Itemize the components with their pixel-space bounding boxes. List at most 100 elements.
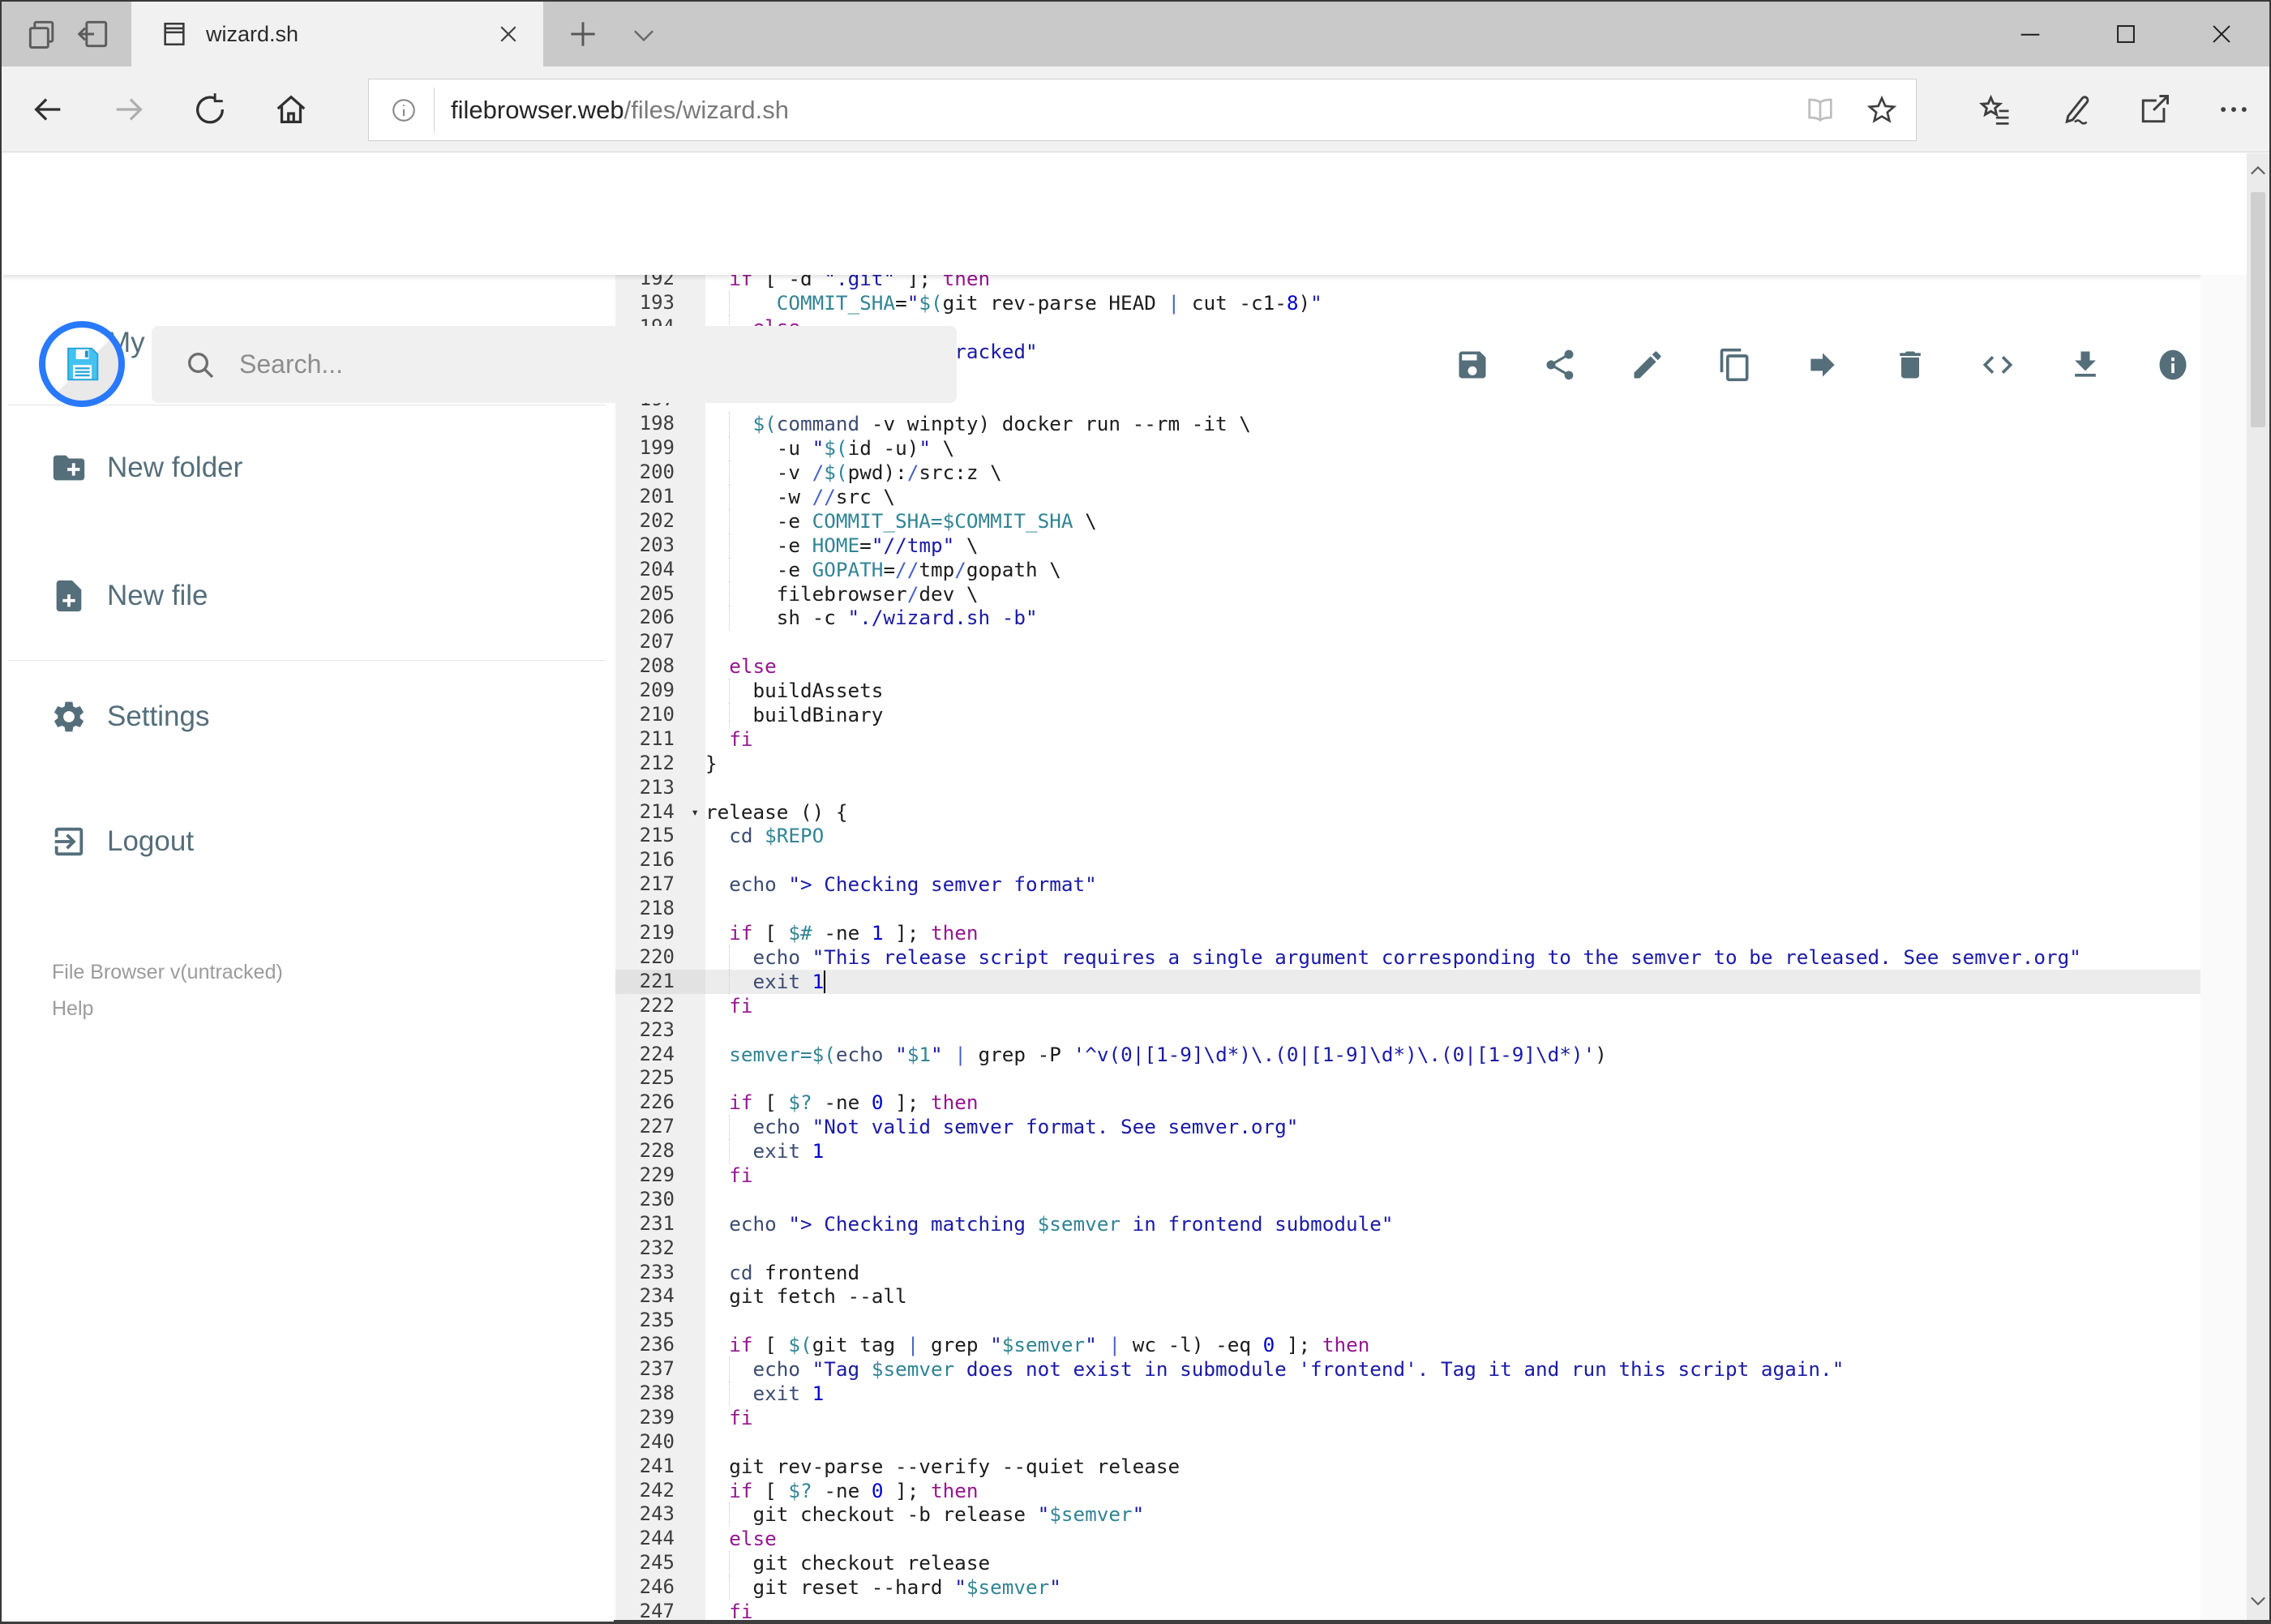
code-line[interactable]: 217 echo "> Checking semver format" <box>615 872 2269 898</box>
code-line[interactable]: 203 -e HOME="//tmp" \ <box>615 533 2269 558</box>
code-line[interactable]: 243 git checkout -b release "$semver" <box>615 1502 2269 1528</box>
code-line[interactable]: 228 exit 1 <box>615 1139 2269 1163</box>
search-input[interactable]: Search... <box>152 326 957 403</box>
download-button[interactable] <box>2067 347 2103 383</box>
move-button[interactable] <box>1805 347 1840 383</box>
refresh-icon[interactable] <box>191 91 229 128</box>
code-line[interactable]: 205 filebrowser/dev \ <box>615 581 2269 606</box>
code-line[interactable]: 235 <box>615 1309 2269 1334</box>
share-page-icon[interactable] <box>2136 92 2172 127</box>
line-number: 198 <box>615 412 705 437</box>
code-line[interactable]: 214 ▾ release () { <box>615 799 2269 825</box>
favorites-hub-icon[interactable] <box>1977 92 2013 127</box>
copy-button[interactable] <box>1717 347 1753 383</box>
code-line[interactable]: 234 git fetch --all <box>615 1284 2269 1309</box>
home-icon[interactable] <box>272 91 310 128</box>
web-note-pen-icon[interactable] <box>2057 92 2093 127</box>
minimize-button[interactable] <box>1982 2 2078 66</box>
line-number: 211 <box>615 726 705 752</box>
code-line[interactable]: 212} <box>615 751 2269 776</box>
scroll-down-icon[interactable] <box>2247 1583 2269 1618</box>
code-line[interactable]: 232 <box>615 1236 2269 1261</box>
code-editor[interactable]: 192 if [ -d ".git" ]; then 193 COMMIT_SHA… <box>615 275 2269 1620</box>
code-line[interactable]: 204 -e GOPATH=//tmp/gopath \ <box>615 557 2269 582</box>
code-line[interactable]: 201 -w //src \ <box>615 485 2269 509</box>
delete-button[interactable] <box>1892 347 1928 383</box>
code-line[interactable]: 239 fi <box>615 1405 2269 1430</box>
sidebar-item-new-folder[interactable]: New folder <box>2 443 614 492</box>
save-button[interactable] <box>1455 347 1490 383</box>
help-link[interactable]: Help <box>52 991 283 1027</box>
code-line[interactable]: 209 buildAssets <box>615 679 2269 704</box>
source-code-button[interactable] <box>1980 347 2016 383</box>
line-number: 204 <box>615 557 705 582</box>
filebrowser-logo[interactable] <box>39 321 125 407</box>
code-line[interactable]: 207 <box>615 630 2269 655</box>
close-window-button[interactable] <box>2174 2 2269 66</box>
code-line[interactable]: 227 echo "Not valid semver format. See s… <box>615 1115 2269 1140</box>
page-scrollbar[interactable] <box>2247 153 2269 1620</box>
scrollbar-thumb[interactable] <box>2251 192 2265 427</box>
code-line[interactable]: 199 -u "$(id -u)" \ <box>615 436 2269 461</box>
set-aside-tabs-icon[interactable] <box>24 16 60 52</box>
code-line[interactable]: 202 -e COMMIT_SHA=$COMMIT_SHA \ <box>615 508 2269 533</box>
code-line[interactable]: 222 fi <box>615 993 2269 1018</box>
sidebar-item-label: Settings <box>107 701 210 732</box>
code-line[interactable]: 216 <box>615 848 2269 873</box>
code-line[interactable]: 244 else <box>615 1527 2269 1552</box>
code-line[interactable]: 219 if [ $# -ne 1 ]; then <box>615 921 2269 945</box>
code-line[interactable]: 193 COMMIT_SHA="$(git rev-parse HEAD | c… <box>615 290 2269 315</box>
edit-button[interactable] <box>1630 347 1665 383</box>
tab-list-chevron-icon[interactable] <box>628 19 660 50</box>
url-field[interactable]: filebrowser.web/files/wizard.sh <box>368 79 1917 141</box>
code-line[interactable]: 213 <box>615 775 2269 800</box>
maximize-button[interactable] <box>2078 2 2174 66</box>
code-line[interactable]: 206 sh -c "./wizard.sh -b" <box>615 606 2269 631</box>
page-info-icon[interactable] <box>390 96 418 124</box>
code-line[interactable]: 198 $(command -v winpty) docker run --rm… <box>615 412 2269 437</box>
code-line[interactable]: 192 if [ -d ".git" ]; then <box>615 275 2269 291</box>
code-line[interactable]: 245 git checkout release <box>615 1551 2269 1576</box>
code-line[interactable]: 247 fi <box>615 1599 2269 1620</box>
share-button[interactable] <box>1542 347 1578 383</box>
code-line[interactable]: 210 buildBinary <box>615 703 2269 727</box>
indent-guide <box>729 703 731 727</box>
code-line[interactable]: 233 cd frontend <box>615 1260 2269 1285</box>
sidebar-item-new-file[interactable]: New file <box>2 572 614 620</box>
code-line[interactable]: 238 exit 1 <box>615 1381 2269 1406</box>
code-line[interactable]: 211 fi <box>615 726 2269 752</box>
more-options-icon[interactable] <box>2216 92 2252 127</box>
line-number: 206 <box>615 606 705 631</box>
code-line[interactable]: 226 if [ $? -ne 0 ]; then <box>615 1091 2269 1116</box>
code-line[interactable]: 237 echo "Tag $semver does not exist in … <box>615 1357 2269 1382</box>
code-line[interactable]: 220 echo "This release script requires a… <box>615 945 2269 970</box>
code-line[interactable]: 236 if [ $(git tag | grep "$semver" | wc… <box>615 1333 2269 1358</box>
code-line[interactable]: 215 cd $REPO <box>615 824 2269 849</box>
code-line[interactable]: 241 git rev-parse --verify --quiet relea… <box>615 1454 2269 1479</box>
code-line[interactable]: 221 exit 1 <box>615 969 2269 994</box>
code-line[interactable]: 230 <box>615 1187 2269 1212</box>
code-line[interactable]: 224 semver=$(echo "$1" | grep -P '^v(0|[… <box>615 1042 2269 1067</box>
code-line[interactable]: 223 <box>615 1018 2269 1043</box>
code-line[interactable]: 208 else <box>615 654 2269 679</box>
browser-tab[interactable]: wizard.sh <box>131 2 543 66</box>
sidebar-item-settings[interactable]: Settings <box>2 692 614 741</box>
code-line[interactable]: 240 <box>615 1429 2269 1455</box>
code-line[interactable]: 225 <box>615 1066 2269 1091</box>
sidebar-item-logout[interactable]: Logout <box>2 817 614 866</box>
code-line[interactable]: 200 -v /$(pwd):/src:z \ <box>615 461 2269 486</box>
fold-toggle-icon[interactable]: ▾ <box>691 800 699 825</box>
scroll-up-icon[interactable] <box>2247 153 2269 189</box>
back-icon[interactable] <box>29 91 66 128</box>
line-number: 202 <box>615 508 705 533</box>
new-tab-button[interactable] <box>564 16 602 52</box>
info-button[interactable] <box>2155 347 2191 383</box>
code-line[interactable]: 242 if [ $? -ne 0 ]; then <box>615 1478 2269 1503</box>
code-line[interactable]: 218 <box>615 897 2269 922</box>
code-line[interactable]: 246 git reset --hard "$semver" <box>615 1575 2269 1600</box>
favorite-star-icon[interactable] <box>1866 94 1898 126</box>
tab-preview-icon[interactable] <box>76 16 112 52</box>
code-line[interactable]: 231 echo "> Checking matching $semver in… <box>615 1211 2269 1236</box>
tab-close-icon[interactable] <box>496 22 521 46</box>
code-line[interactable]: 229 fi <box>615 1163 2269 1188</box>
